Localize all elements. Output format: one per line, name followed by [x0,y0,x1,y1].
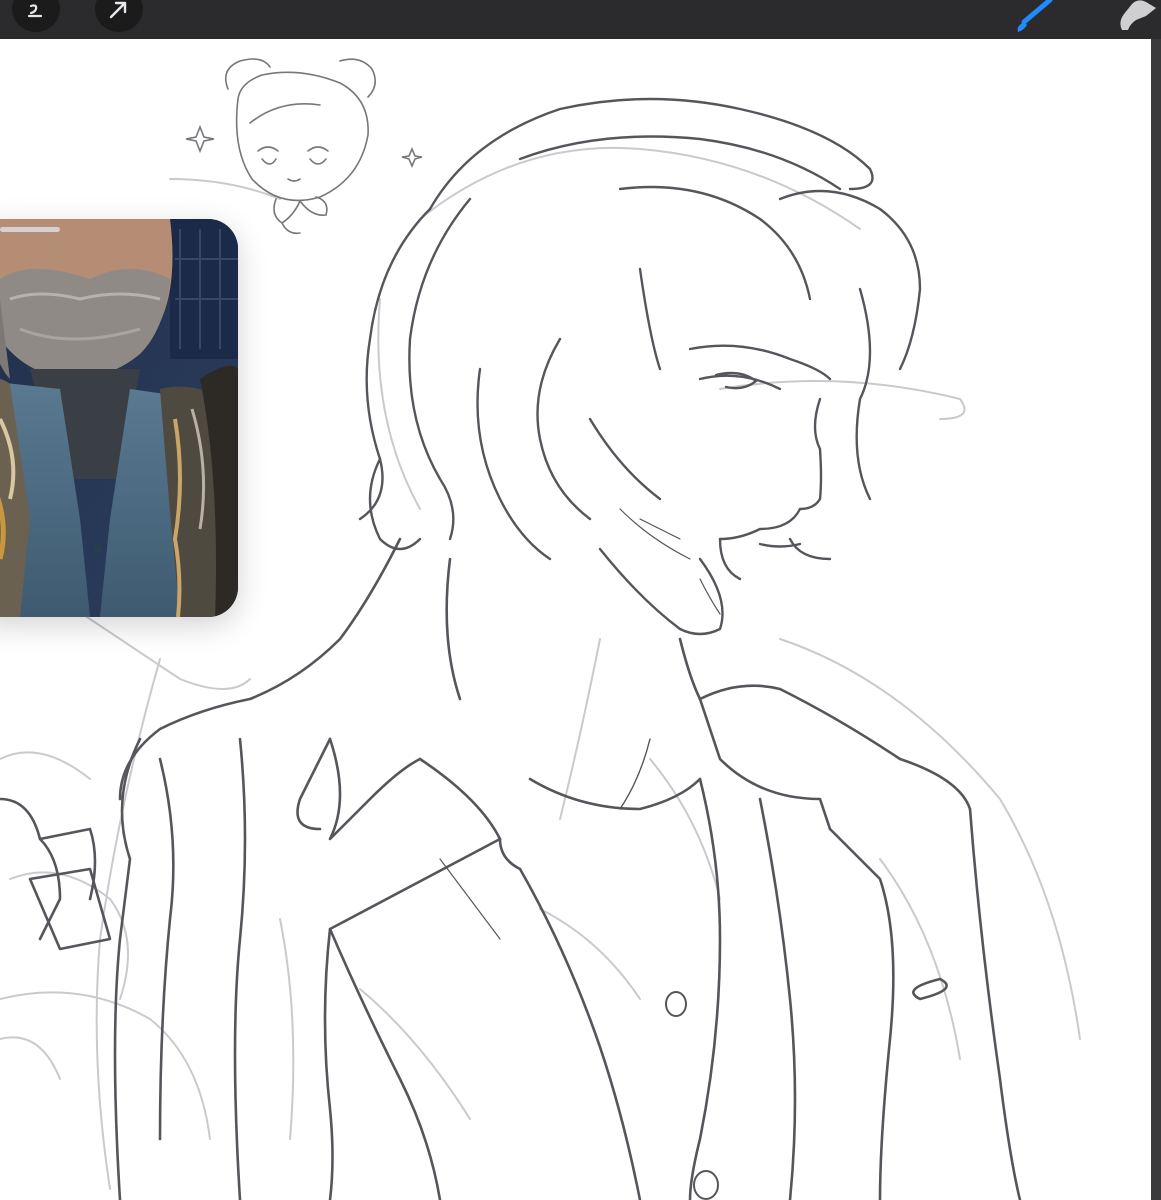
canvas-edge [1151,39,1161,1200]
smudge-button[interactable] [1116,0,1161,38]
smudge-icon [1116,0,1161,38]
modify-button[interactable] [12,0,60,32]
brush-icon [1012,0,1056,40]
selection-button[interactable] [95,0,143,32]
reference-window[interactable] [0,219,238,617]
drawing-canvas[interactable] [0,39,1151,1200]
modify-icon [25,3,47,32]
top-toolbar [0,0,1161,39]
reference-photo [0,219,238,617]
transform-arrow-icon [107,0,131,32]
pencil-sketch [0,58,1081,1200]
brush-button[interactable] [1012,0,1056,40]
reference-window-handle[interactable] [0,227,60,232]
